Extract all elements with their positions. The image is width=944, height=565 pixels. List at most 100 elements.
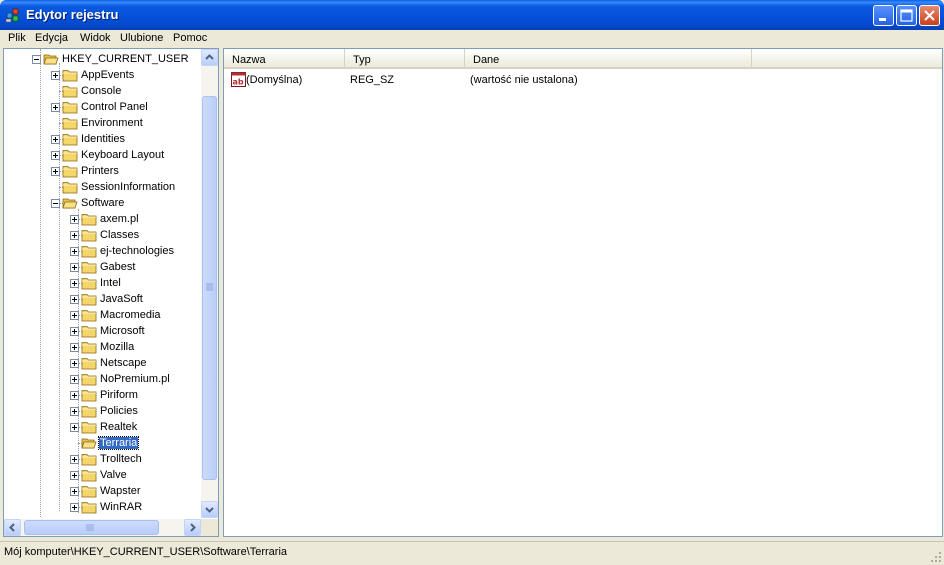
tree-item-label: Macromedia (100, 309, 161, 321)
folder-icon (81, 230, 97, 242)
tree-item-label: Mozilla (100, 341, 135, 353)
list-item[interactable]: ab (Domyślna) REG_SZ (wartość nie ustalo… (224, 71, 924, 89)
folder-icon (81, 326, 97, 338)
column-header-name[interactable]: Nazwa (224, 49, 345, 69)
tree-item[interactable]: Keyboard Layout (4, 147, 201, 163)
menu-pomoc[interactable]: Pomoc (173, 32, 207, 44)
tree-vertical-scrollbar[interactable] (201, 49, 218, 518)
tree-item-label: Identities (81, 133, 126, 145)
value-data: (wartość nie ustalona) (470, 74, 578, 86)
close-button[interactable] (919, 5, 940, 26)
grip-icon (86, 524, 94, 531)
expand-icon[interactable] (70, 295, 79, 304)
folder-icon (62, 166, 78, 178)
tree-item-label: Terraria (97, 436, 140, 450)
tree-item[interactable]: Valve (4, 467, 201, 483)
tree-item[interactable]: JavaSoft (4, 291, 201, 307)
expand-icon[interactable] (70, 215, 79, 224)
column-header-type[interactable]: Typ (345, 49, 465, 69)
scroll-left-button[interactable] (4, 519, 21, 536)
minimize-icon (879, 18, 886, 21)
tree-item[interactable]: Wapster (4, 483, 201, 499)
scroll-up-button[interactable] (201, 49, 218, 66)
folder-icon (81, 310, 97, 322)
tree-item[interactable]: AppEvents (4, 67, 201, 83)
tree-item[interactable]: axem.pl (4, 211, 201, 227)
tree-item[interactable]: Identities (4, 131, 201, 147)
maximize-button[interactable] (896, 5, 917, 26)
tree-item[interactable]: Realtek (4, 419, 201, 435)
tree-item-label: Environment (81, 117, 143, 129)
expand-icon[interactable] (51, 103, 60, 112)
menu-edycja[interactable]: Edycja (35, 32, 68, 44)
folder-icon (62, 182, 78, 194)
minimize-button[interactable] (873, 5, 894, 26)
tree-horizontal-scrollbar[interactable] (4, 519, 201, 536)
tree-item[interactable]: Gabest (4, 259, 201, 275)
tree-item[interactable]: Software (4, 195, 201, 211)
expand-icon[interactable] (70, 423, 79, 432)
title-bar[interactable]: Edytor rejestru (0, 0, 944, 30)
tree-item[interactable]: NoPremium.pl (4, 371, 201, 387)
tree-item-label: HKEY_CURRENT_USER (62, 53, 189, 65)
scroll-right-button[interactable] (184, 519, 201, 536)
expand-icon[interactable] (70, 455, 79, 464)
menu-plik[interactable]: Plik (8, 32, 26, 44)
tree-item[interactable]: Piriform (4, 387, 201, 403)
tree-item[interactable]: Trolltech (4, 451, 201, 467)
column-header-data[interactable]: Dane (465, 49, 752, 69)
tree-item[interactable]: Environment (4, 115, 201, 131)
tree-item[interactable]: ej-technologies (4, 243, 201, 259)
tree-item[interactable]: Control Panel (4, 99, 201, 115)
horizontal-scroll-thumb[interactable] (24, 520, 159, 535)
expand-icon[interactable] (70, 359, 79, 368)
expand-icon[interactable] (51, 135, 60, 144)
expand-icon[interactable] (51, 151, 60, 160)
expand-icon[interactable] (70, 247, 79, 256)
expand-icon[interactable] (70, 375, 79, 384)
tree-item[interactable]: Mozilla (4, 339, 201, 355)
tree-item[interactable]: Intel (4, 275, 201, 291)
tree-item[interactable]: Macromedia (4, 307, 201, 323)
expand-icon[interactable] (70, 407, 79, 416)
collapse-icon[interactable] (51, 199, 60, 208)
tree-item[interactable]: Terraria (4, 435, 201, 451)
tree-item[interactable]: Policies (4, 403, 201, 419)
tree-item[interactable]: Console (4, 83, 201, 99)
expand-icon[interactable] (70, 327, 79, 336)
tree-item-label: ej-technologies (100, 245, 174, 257)
menu-ulubione[interactable]: Ulubione (120, 32, 163, 44)
expand-icon[interactable] (51, 71, 60, 80)
tree-item[interactable]: Microsoft (4, 323, 201, 339)
folder-icon (81, 358, 97, 370)
tree-item[interactable]: WinRAR (4, 499, 201, 515)
expand-icon[interactable] (70, 231, 79, 240)
tree-item[interactable]: Printers (4, 163, 201, 179)
expand-icon[interactable] (70, 263, 79, 272)
status-bar: Mój komputer\HKEY_CURRENT_USER\Software\… (0, 541, 944, 565)
menu-widok[interactable]: Widok (80, 32, 111, 44)
values-list-panel[interactable]: Nazwa Typ Dane ab (Domyślna) REG_SZ (war… (223, 48, 943, 537)
tree-item[interactable]: SessionInformation (4, 179, 201, 195)
scroll-down-button[interactable] (201, 501, 218, 518)
expand-icon[interactable] (70, 391, 79, 400)
expand-icon[interactable] (70, 343, 79, 352)
tree-item[interactable]: Classes (4, 227, 201, 243)
expand-icon[interactable] (70, 487, 79, 496)
tree-item[interactable]: Netscape (4, 355, 201, 371)
tree-item[interactable]: HKEY_CURRENT_USER (4, 51, 201, 67)
expand-icon[interactable] (70, 503, 79, 512)
tree-item-label: Classes (100, 229, 140, 241)
key-tree[interactable]: HKEY_CURRENT_USER AppEvents Console Control… (4, 49, 201, 518)
tree-item-label: Software (81, 197, 125, 209)
key-tree-panel[interactable]: HKEY_CURRENT_USER AppEvents Console Control… (3, 48, 219, 537)
vertical-scroll-thumb[interactable] (202, 96, 217, 480)
chevron-left-icon (9, 523, 15, 532)
resize-grip-icon[interactable] (930, 551, 942, 563)
expand-icon[interactable] (70, 279, 79, 288)
tree-item-label: Control Panel (81, 101, 148, 113)
expand-icon[interactable] (51, 167, 60, 176)
expand-icon[interactable] (70, 471, 79, 480)
expand-icon[interactable] (70, 311, 79, 320)
folder-icon (62, 86, 78, 98)
